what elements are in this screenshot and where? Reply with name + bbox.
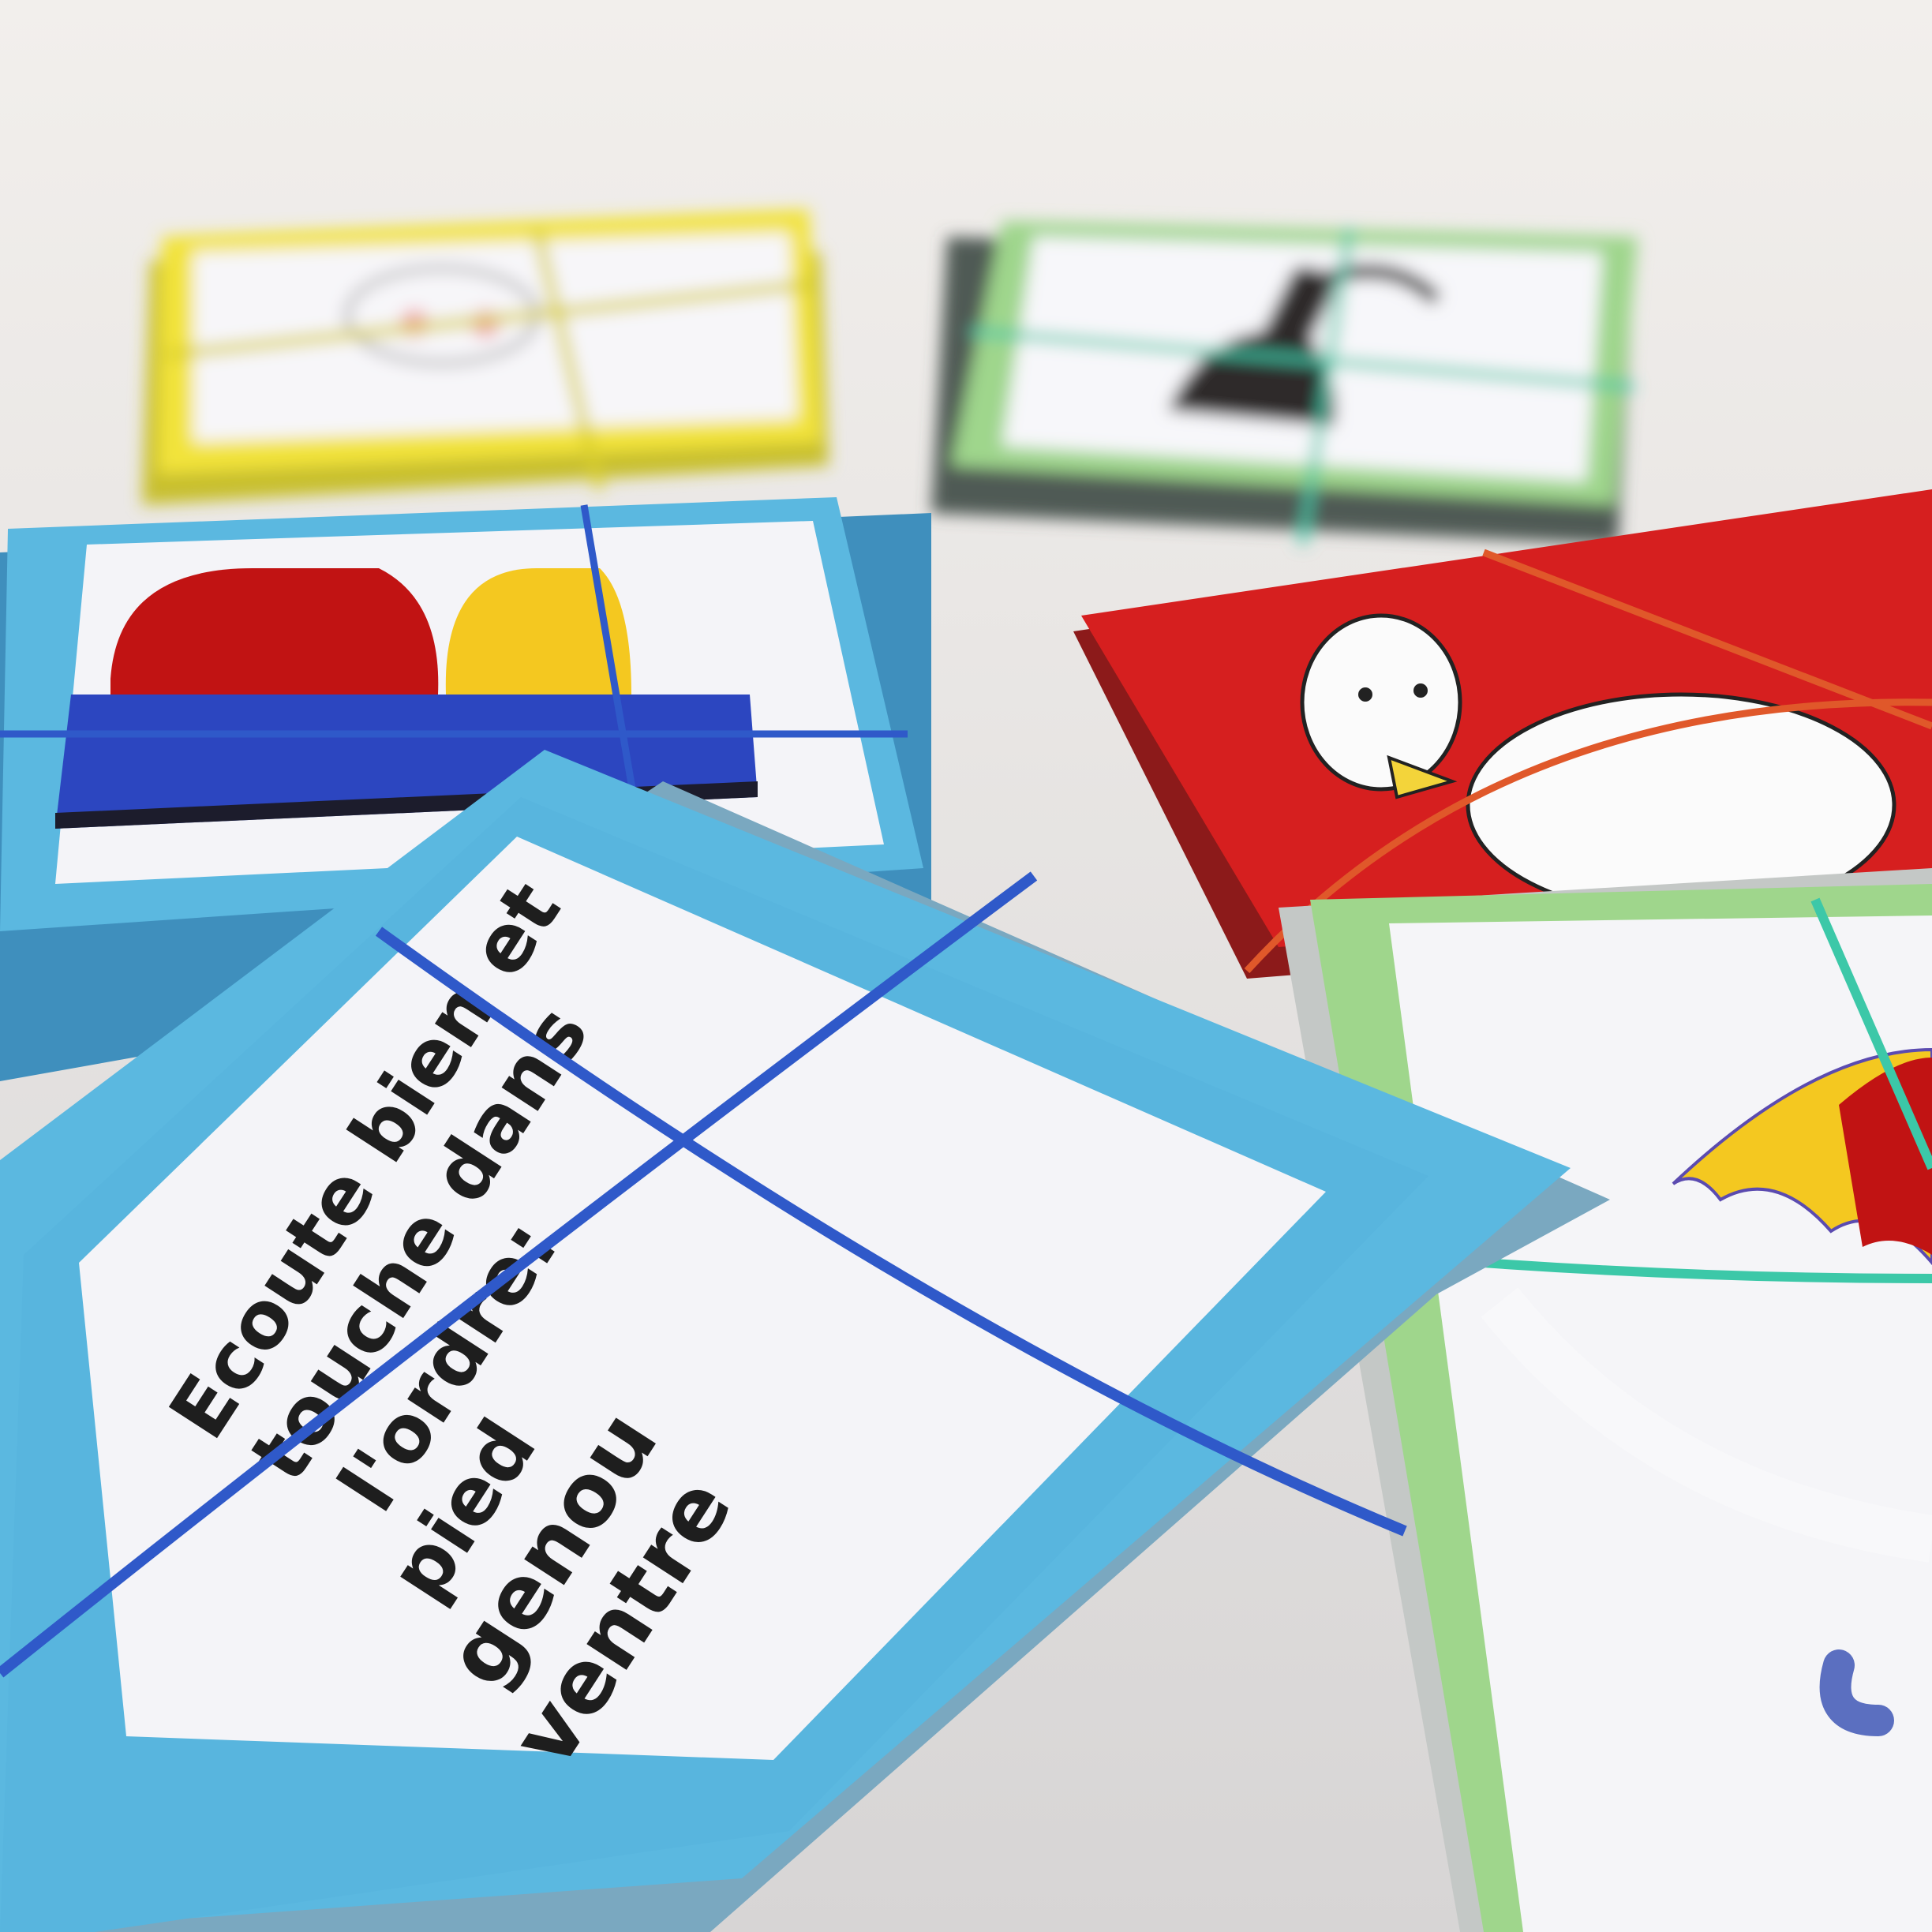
photo-canvas: Ecoute bien et touche dans l'ordre: pied…: [0, 0, 1932, 1932]
green-card-deck-top: [931, 221, 1638, 545]
photo-scene: Ecoute bien et touche dans l'ordre: pied…: [0, 0, 1932, 1932]
yellow-card-deck: [142, 209, 829, 505]
